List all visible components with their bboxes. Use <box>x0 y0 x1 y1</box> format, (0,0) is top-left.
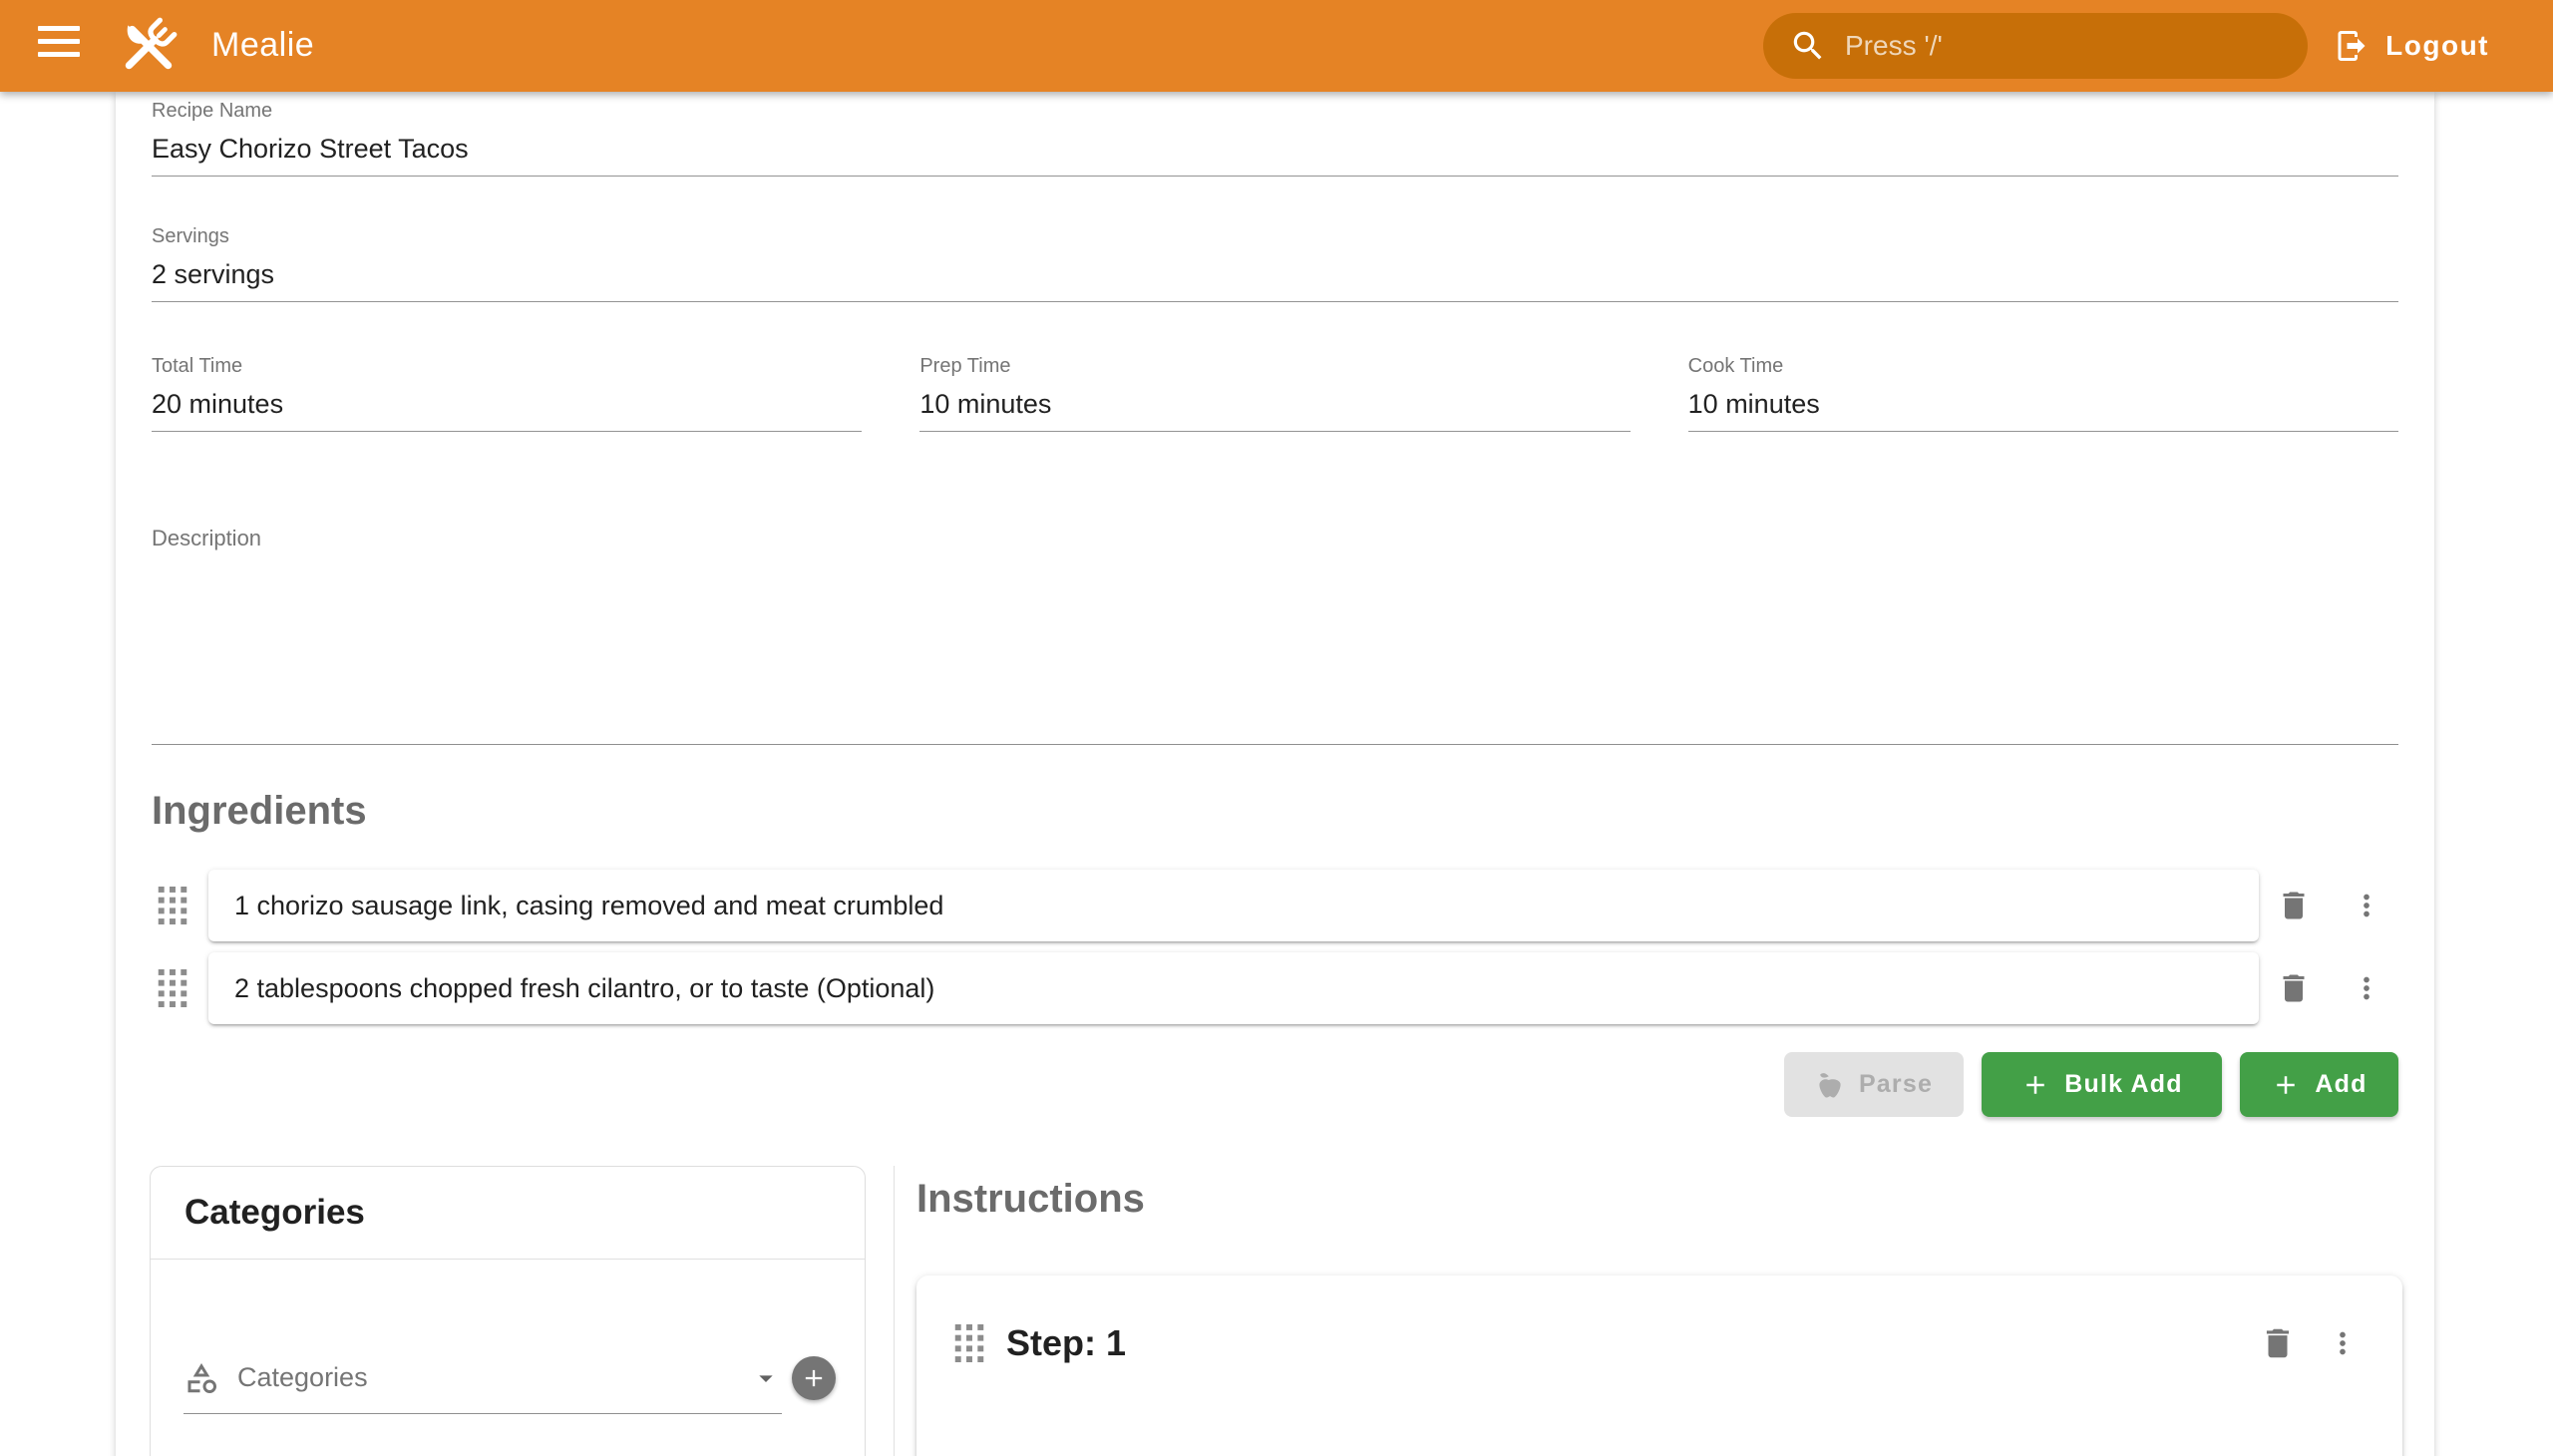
categories-card: Categories Categories <box>150 1166 866 1456</box>
drag-handle-icon[interactable] <box>158 887 187 924</box>
time-fields-row: Total Time 20 minutes Prep Time 10 minut… <box>152 353 2398 432</box>
prep-time-label: Prep Time <box>919 353 1630 379</box>
shapes-icon <box>183 1360 219 1396</box>
categories-select[interactable]: Categories <box>183 1342 782 1414</box>
description-field[interactable]: Description <box>152 525 2398 745</box>
categories-select-label: Categories <box>237 1362 750 1393</box>
step-header: Step: 1 <box>954 1319 2363 1367</box>
cook-time-field[interactable]: Cook Time 10 minutes <box>1688 353 2398 432</box>
cook-time-value[interactable]: 10 minutes <box>1688 385 2398 423</box>
ingredient-input[interactable]: 1 chorizo sausage link, casing removed a… <box>208 870 2259 941</box>
logout-button[interactable]: Logout <box>2334 22 2489 70</box>
trash-icon <box>2259 1324 2297 1362</box>
total-time-value[interactable]: 20 minutes <box>152 385 862 423</box>
logout-label: Logout <box>2385 30 2489 62</box>
recipe-name-value[interactable]: Easy Chorizo Street Tacos <box>152 130 2398 168</box>
total-time-field[interactable]: Total Time 20 minutes <box>152 353 862 432</box>
dots-vertical-icon <box>2326 1326 2360 1360</box>
drag-handle-icon[interactable] <box>158 969 187 1007</box>
ingredient-row: 1 chorizo sausage link, casing removed a… <box>152 870 2398 941</box>
ingredient-menu-button[interactable] <box>2347 968 2386 1008</box>
parse-button[interactable]: Parse <box>1784 1052 1964 1117</box>
categories-card-title: Categories <box>151 1167 865 1259</box>
total-time-label: Total Time <box>152 353 862 379</box>
cook-time-label: Cook Time <box>1688 353 2398 379</box>
search-input[interactable]: Press '/' <box>1763 13 2308 79</box>
prep-time-field[interactable]: Prep Time 10 minutes <box>919 353 1630 432</box>
servings-value[interactable]: 2 servings <box>152 255 2398 293</box>
dots-vertical-icon <box>2350 971 2383 1005</box>
servings-field[interactable]: Servings 2 servings <box>152 223 2398 302</box>
step-menu-button[interactable] <box>2323 1323 2363 1363</box>
trash-icon <box>2276 970 2312 1006</box>
plus-icon <box>800 1364 828 1392</box>
add-ingredient-button[interactable]: Add <box>2240 1052 2398 1117</box>
plus-icon <box>2020 1070 2050 1100</box>
mealie-recipe-editor: Mealie Press '/' Logout Recipe Name Easy… <box>0 0 2553 1456</box>
logout-icon <box>2334 28 2370 64</box>
ingredient-text: 2 tablespoons chopped fresh cilantro, or… <box>234 973 934 1004</box>
step-title: Step: 1 <box>1006 1322 2258 1364</box>
trash-icon <box>2276 888 2312 923</box>
ingredient-row: 2 tablespoons chopped fresh cilantro, or… <box>152 952 2398 1024</box>
recipe-name-field[interactable]: Recipe Name Easy Chorizo Street Tacos <box>152 98 2398 177</box>
menu-icon[interactable] <box>38 26 82 66</box>
bulk-add-button[interactable]: Bulk Add <box>1982 1052 2222 1117</box>
divider <box>151 1259 865 1260</box>
instructions-heading: Instructions <box>916 1177 1145 1222</box>
mealie-logo-fork-knife-icon <box>114 11 183 81</box>
ingredient-input[interactable]: 2 tablespoons chopped fresh cilantro, or… <box>208 952 2259 1024</box>
search-icon <box>1789 27 1827 65</box>
chevron-down-icon[interactable] <box>750 1362 782 1394</box>
dots-vertical-icon <box>2350 889 2383 922</box>
ingredient-menu-button[interactable] <box>2347 886 2386 925</box>
ingredient-text: 1 chorizo sausage link, casing removed a… <box>234 891 943 921</box>
prep-time-value[interactable]: 10 minutes <box>919 385 1630 423</box>
drag-handle-icon[interactable] <box>954 1324 984 1362</box>
column-divider <box>894 1166 895 1456</box>
ingredient-actions: Parse Bulk Add Add <box>1784 1052 2398 1117</box>
description-label: Description <box>152 525 2398 552</box>
plus-icon <box>2271 1070 2301 1100</box>
apple-icon <box>1815 1070 1845 1100</box>
delete-ingredient-button[interactable] <box>2274 968 2314 1008</box>
search-placeholder: Press '/' <box>1845 30 1943 62</box>
servings-label: Servings <box>152 223 2398 249</box>
recipe-name-label: Recipe Name <box>152 98 2398 124</box>
add-category-button[interactable] <box>792 1356 836 1400</box>
app-bar: Mealie Press '/' Logout <box>0 0 2553 92</box>
delete-step-button[interactable] <box>2258 1323 2298 1363</box>
delete-ingredient-button[interactable] <box>2274 886 2314 925</box>
app-title: Mealie <box>211 26 314 65</box>
ingredients-heading: Ingredients <box>152 789 367 834</box>
recipe-form-card: Recipe Name Easy Chorizo Street Tacos Se… <box>116 92 2434 1456</box>
instruction-step-card: Step: 1 Combine crumbled chorizo and chi… <box>916 1275 2402 1456</box>
